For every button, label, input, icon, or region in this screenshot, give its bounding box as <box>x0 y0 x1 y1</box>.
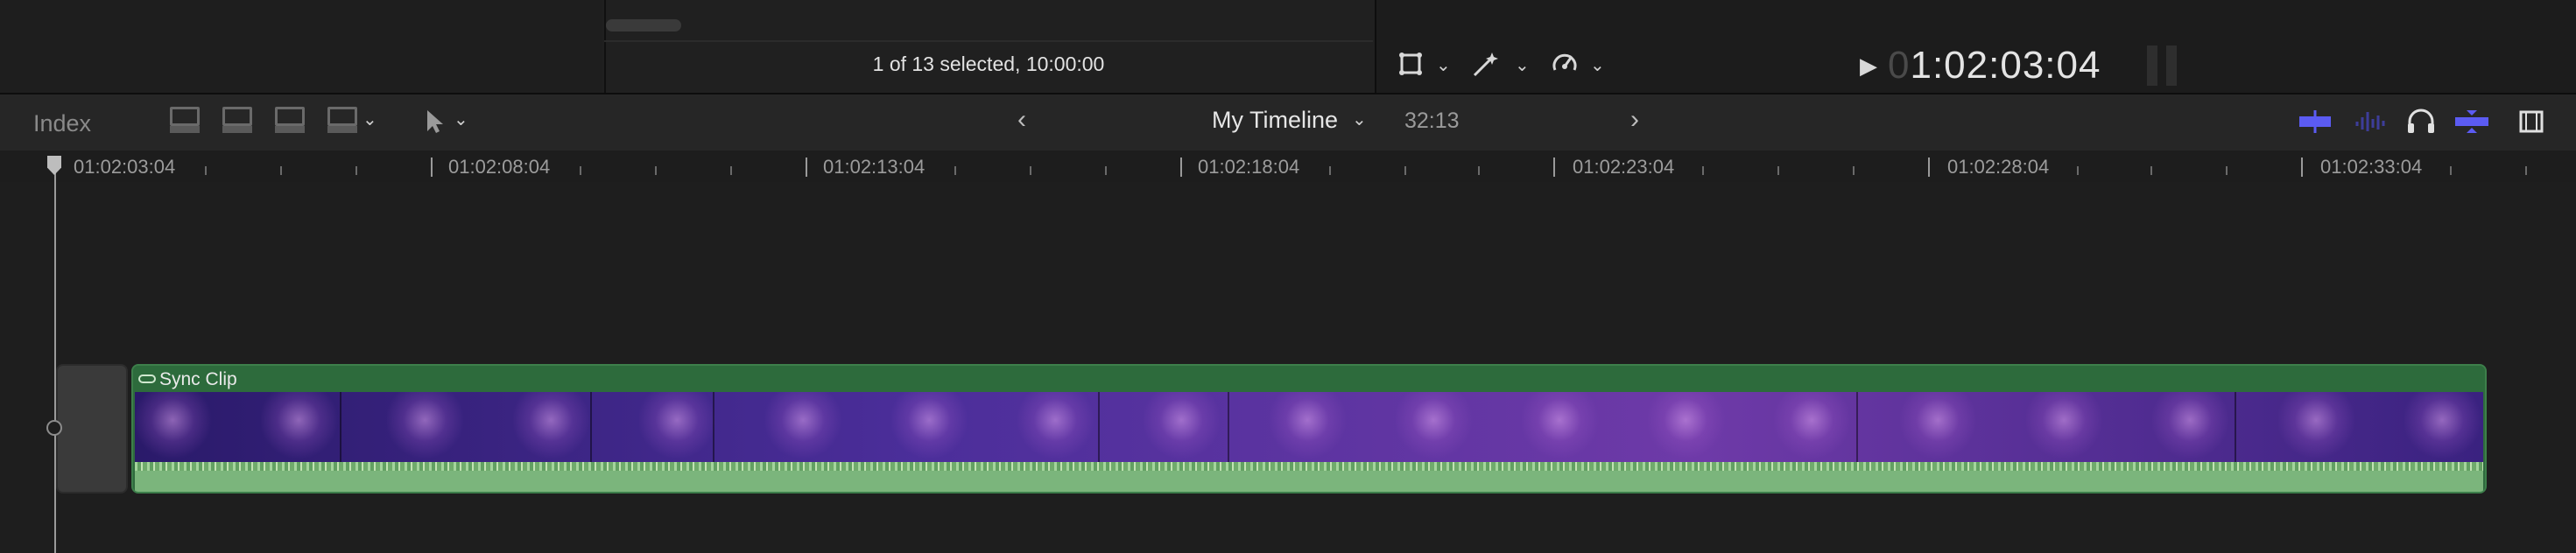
append-clip-icon[interactable] <box>271 105 305 138</box>
timeline-duration: 32:13 <box>1404 108 1460 133</box>
transform-icon[interactable] <box>1397 51 1424 77</box>
thumbnail-divider <box>713 392 714 462</box>
browser-scrollbar[interactable] <box>606 19 681 32</box>
headphones-icon[interactable] <box>2406 108 2436 135</box>
ruler-tick <box>2150 166 2152 175</box>
insert-clip-icon[interactable] <box>219 105 252 138</box>
ruler-tick <box>1030 166 1031 175</box>
connect-clip-icon[interactable] <box>166 105 200 138</box>
waveform-peaks <box>135 462 2483 471</box>
snapping-icon[interactable] <box>2453 108 2490 135</box>
lane-marker <box>46 420 62 436</box>
speed-icon[interactable] <box>1550 49 1580 79</box>
ruler-tick <box>1777 166 1779 175</box>
timecode-value: 1:02:03:04 <box>1910 44 2101 87</box>
video-only-icon[interactable] <box>2298 108 2333 135</box>
ruler-tick <box>1702 166 1704 175</box>
audio-waveform-icon[interactable] <box>2354 108 2389 135</box>
ruler-label: 01:02:28:04 <box>1947 156 2050 178</box>
ruler-tick <box>1928 158 1930 177</box>
link-icon <box>138 374 156 383</box>
ruler-tick <box>1404 166 1406 175</box>
timecode-dim-digit: 0 <box>1888 44 1911 87</box>
ruler-tick <box>655 166 657 175</box>
ruler-tick <box>1180 158 1182 177</box>
select-tool-icon[interactable] <box>424 108 447 135</box>
video-filmstrip <box>135 392 2483 462</box>
ruler-label: 01:02:33:04 <box>2320 156 2423 178</box>
chevron-down-icon[interactable]: ⌄ <box>454 108 468 130</box>
thumbnail-divider <box>1856 392 1858 462</box>
audio-meter-right <box>2166 46 2177 86</box>
magic-wand-icon[interactable] <box>1471 49 1501 79</box>
chevron-down-icon[interactable]: ⌄ <box>1352 108 1367 130</box>
thumbnail-divider <box>1098 392 1100 462</box>
ruler-tick <box>954 166 956 175</box>
ruler-tick <box>730 166 732 175</box>
audio-meter-left <box>2147 46 2157 86</box>
timecode-display[interactable]: 01:02:03:04 <box>1888 44 2101 88</box>
chevron-down-icon[interactable]: ⌄ <box>1436 54 1451 76</box>
ruler-label: 01:02:18:04 <box>1198 156 1300 178</box>
forward-arrow-icon[interactable]: › <box>1630 105 1639 135</box>
ruler-label: 01:02:08:04 <box>448 156 551 178</box>
chevron-down-icon[interactable]: ⌄ <box>1590 54 1605 76</box>
selection-status: 1 of 13 selected, 10:00:00 <box>872 52 1105 75</box>
thumbnail-divider <box>340 392 341 462</box>
thumbnail-divider <box>2235 392 2236 462</box>
ruler-label: 01:02:23:04 <box>1573 156 1675 178</box>
chevron-down-icon[interactable]: ⌄ <box>362 108 377 130</box>
ruler-tick <box>355 166 357 175</box>
clip-name: Sync Clip <box>159 369 237 389</box>
ruler-tick <box>1853 166 1855 175</box>
ruler-tick <box>280 166 282 175</box>
ruler-tick <box>1478 166 1480 175</box>
ruler-tick <box>431 158 433 177</box>
ruler-tick <box>1105 166 1107 175</box>
playhead[interactable] <box>54 158 56 553</box>
back-arrow-icon[interactable]: ‹ <box>1017 105 1026 135</box>
ruler-tick <box>580 166 581 175</box>
chevron-down-icon[interactable]: ⌄ <box>1515 54 1530 76</box>
ruler-label: 01:02:13:04 <box>823 156 926 178</box>
ruler-label: 01:02:03:04 <box>74 156 176 178</box>
clip-header <box>133 366 2485 392</box>
ruler-tick <box>205 166 207 175</box>
browser-divider <box>604 40 1373 42</box>
ruler-tick <box>806 158 807 177</box>
gap-clip[interactable] <box>56 364 128 494</box>
thumbnail-divider <box>590 392 592 462</box>
ruler-tick <box>2077 166 2079 175</box>
clip-appearance-icon[interactable] <box>2518 108 2544 135</box>
audio-waveform <box>135 462 2483 492</box>
play-icon[interactable]: ▶ <box>1860 52 1877 80</box>
overwrite-clip-icon[interactable] <box>324 105 357 138</box>
thumbnail-divider <box>1228 392 1229 462</box>
ruler-tick <box>2525 166 2527 175</box>
browser-panel <box>604 0 1375 93</box>
top-left-panel <box>0 0 602 93</box>
ruler-tick <box>2226 166 2228 175</box>
ruler-tick <box>1553 158 1555 177</box>
sync-clip[interactable]: Sync Clip <box>131 364 2487 494</box>
timeline-name[interactable]: My Timeline <box>1212 107 1338 134</box>
ruler-tick <box>2301 158 2303 177</box>
index-button[interactable]: Index <box>33 110 91 137</box>
ruler-tick <box>1329 166 1331 175</box>
ruler-tick <box>2450 166 2452 175</box>
